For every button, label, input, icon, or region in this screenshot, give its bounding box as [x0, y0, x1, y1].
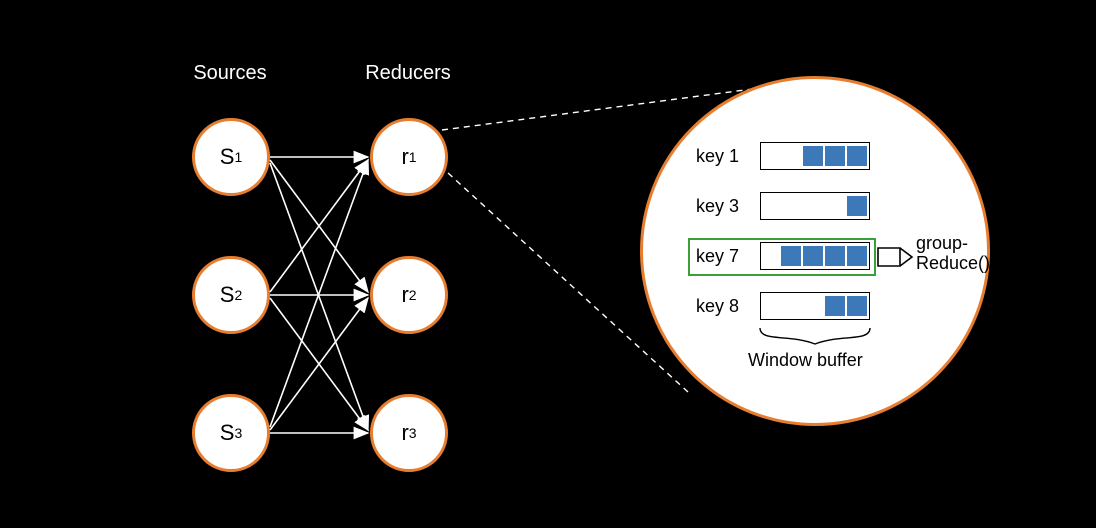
data-block [781, 246, 801, 266]
data-block [825, 296, 845, 316]
node-s1-base: S [220, 144, 235, 170]
node-s2-sub: 2 [234, 287, 242, 303]
node-s3-base: S [220, 420, 235, 446]
key7-buffer [760, 242, 870, 270]
node-r1-base: r [401, 144, 408, 170]
node-r1-sub: 1 [409, 149, 417, 165]
data-block [847, 146, 867, 166]
node-s3-sub: 3 [234, 425, 242, 441]
node-r2-base: r [401, 282, 408, 308]
node-s1: S1 [192, 118, 270, 196]
data-block [825, 146, 845, 166]
node-s2-base: S [220, 282, 235, 308]
key1-label: key 1 [696, 146, 739, 167]
window-buffer-label: Window buffer [748, 350, 863, 371]
data-block [847, 196, 867, 216]
node-s1-sub: 1 [234, 149, 242, 165]
node-r2-sub: 2 [409, 287, 417, 303]
key1-buffer [760, 142, 870, 170]
node-r3: r3 [370, 394, 448, 472]
node-s3: S3 [192, 394, 270, 472]
group-reduce-label: group- Reduce() [916, 234, 990, 274]
data-block [847, 296, 867, 316]
data-block [825, 246, 845, 266]
reducers-label: Reducers [338, 62, 478, 85]
node-r1: r1 [370, 118, 448, 196]
key8-buffer [760, 292, 870, 320]
data-block [803, 146, 823, 166]
key7-label: key 7 [696, 246, 739, 267]
node-r3-sub: 3 [409, 425, 417, 441]
key3-buffer [760, 192, 870, 220]
sources-label: Sources [160, 62, 300, 85]
data-block [803, 246, 823, 266]
node-r3-base: r [401, 420, 408, 446]
key3-label: key 3 [696, 196, 739, 217]
data-block [847, 246, 867, 266]
key8-label: key 8 [696, 296, 739, 317]
node-s2: S2 [192, 256, 270, 334]
node-r2: r2 [370, 256, 448, 334]
